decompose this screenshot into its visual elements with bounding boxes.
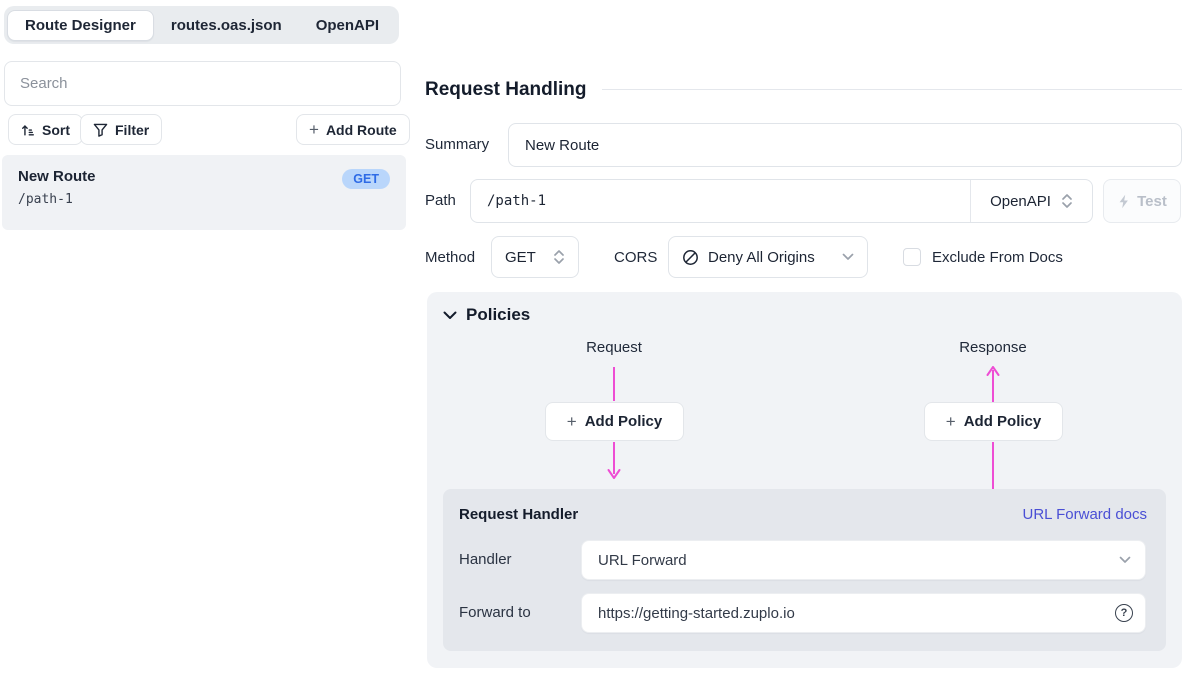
path-format-value: OpenAPI — [990, 193, 1051, 210]
header-divider — [602, 89, 1182, 90]
add-route-button[interactable]: + Add Route — [296, 114, 410, 145]
search-input[interactable] — [4, 61, 401, 106]
handler-label: Handler — [459, 551, 512, 568]
forward-to-input[interactable] — [598, 605, 1115, 622]
editor-tabbar: Route Designer routes.oas.json OpenAPI — [4, 6, 399, 44]
path-field-group: OpenAPI — [470, 179, 1093, 223]
summary-label: Summary — [425, 136, 489, 153]
forward-to-label: Forward to — [459, 604, 531, 621]
route-designer-page: Route Designer routes.oas.json OpenAPI S… — [0, 0, 1200, 680]
zap-icon — [1117, 194, 1131, 209]
method-badge: GET — [342, 169, 390, 189]
response-arrow-up — [986, 366, 1000, 402]
policies-title: Policies — [466, 305, 530, 325]
policies-panel: Policies Request Response + Add Policy +… — [427, 292, 1182, 668]
path-input[interactable] — [471, 180, 970, 222]
cors-value: Deny All Origins — [708, 249, 833, 266]
policies-collapse-toggle[interactable]: Policies — [443, 305, 530, 325]
tab-openapi[interactable]: OpenAPI — [299, 11, 396, 40]
filter-button[interactable]: Filter — [80, 114, 162, 145]
exclude-from-docs-label: Exclude From Docs — [932, 249, 1063, 266]
route-name: New Route — [18, 168, 390, 185]
add-policy-label: Add Policy — [964, 413, 1042, 430]
exclude-from-docs-checkbox[interactable] — [903, 248, 921, 266]
request-handling-header: Request Handling — [425, 77, 1182, 102]
method-select[interactable]: GET — [491, 236, 579, 278]
request-handler-section: Request Handler URL Forward docs Handler… — [443, 489, 1166, 651]
handler-value: URL Forward — [598, 552, 1119, 569]
handler-select[interactable]: URL Forward — [581, 540, 1146, 580]
add-response-policy-button[interactable]: + Add Policy — [924, 402, 1063, 441]
tab-route-designer[interactable]: Route Designer — [7, 10, 154, 41]
path-format-select[interactable]: OpenAPI — [971, 180, 1092, 222]
path-label: Path — [425, 192, 456, 209]
sort-icon — [21, 123, 35, 137]
ban-icon — [682, 249, 699, 266]
method-value: GET — [505, 249, 536, 266]
help-icon[interactable]: ? — [1115, 604, 1133, 622]
response-pipeline-label: Response — [918, 339, 1068, 356]
cors-select[interactable]: Deny All Origins — [668, 236, 868, 278]
route-path: /path-1 — [18, 192, 390, 207]
filter-icon — [93, 123, 108, 137]
method-label: Method — [425, 249, 475, 266]
forward-to-field: ? — [581, 593, 1146, 633]
add-policy-label: Add Policy — [585, 413, 663, 430]
plus-icon: + — [567, 413, 577, 430]
url-forward-docs-link[interactable]: URL Forward docs — [1023, 506, 1147, 523]
test-button[interactable]: Test — [1103, 179, 1181, 223]
request-handler-title: Request Handler — [459, 506, 578, 523]
request-arrow-down — [607, 442, 621, 480]
test-label: Test — [1137, 193, 1167, 210]
plus-icon: + — [309, 121, 319, 138]
request-pipeline-label: Request — [539, 339, 689, 356]
tab-routes-oas-json[interactable]: routes.oas.json — [154, 11, 299, 40]
chevron-up-down-icon — [1061, 193, 1073, 209]
chevron-down-icon — [842, 253, 854, 261]
sort-label: Sort — [42, 122, 70, 138]
route-list-item[interactable]: New Route /path-1 GET — [2, 155, 406, 230]
cors-label: CORS — [614, 249, 657, 266]
response-connector-line — [992, 442, 994, 489]
filter-label: Filter — [115, 122, 149, 138]
add-request-policy-button[interactable]: + Add Policy — [545, 402, 684, 441]
chevron-up-down-icon — [553, 249, 565, 265]
sort-button[interactable]: Sort — [8, 114, 83, 145]
chevron-down-icon — [443, 311, 457, 320]
summary-input[interactable] — [508, 123, 1182, 167]
request-connector-line — [613, 367, 615, 401]
add-route-label: Add Route — [326, 122, 397, 138]
chevron-down-icon — [1119, 556, 1131, 564]
page-title: Request Handling — [425, 79, 587, 101]
plus-icon: + — [946, 413, 956, 430]
